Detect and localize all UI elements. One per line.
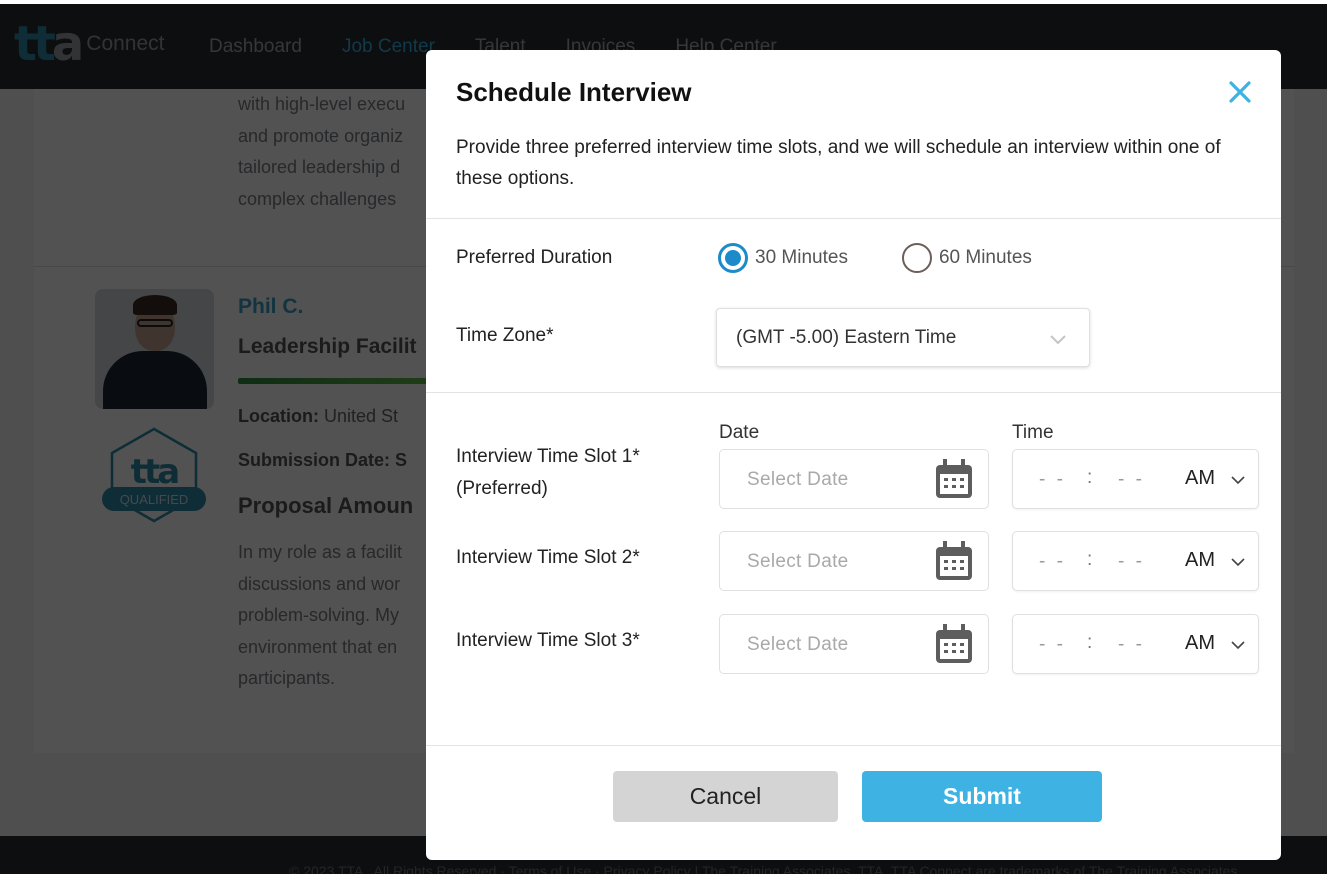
timezone-value: (GMT -5.00) Eastern Time bbox=[736, 327, 957, 348]
radio-label: 30 Minutes bbox=[755, 247, 848, 268]
slot-label-text: Interview Time Slot 1* bbox=[456, 446, 640, 467]
slot-1-date-input[interactable]: Select Date bbox=[719, 449, 989, 509]
radio-unchecked-icon[interactable] bbox=[901, 243, 932, 273]
slot-label-text: Interview Time Slot 3* bbox=[456, 630, 640, 651]
modal-title: Schedule Interview bbox=[456, 77, 692, 107]
date-column-header: Date bbox=[719, 422, 760, 443]
slot-2-label: Interview Time Slot 2* bbox=[456, 542, 640, 574]
duration-radio-group: 30 Minutes 60 Minutes bbox=[718, 243, 1086, 273]
radio-60-minutes[interactable]: 60 Minutes bbox=[901, 243, 1032, 273]
slot-1-time-input: - - : - - AM bbox=[1012, 449, 1259, 509]
slot-3-date-input[interactable]: Select Date bbox=[719, 614, 989, 674]
ampm-select[interactable]: AM bbox=[1185, 467, 1215, 490]
time-slots-section: Date Time Interview Time Slot 1* (Prefer… bbox=[426, 393, 1281, 746]
chevron-down-icon[interactable] bbox=[1229, 553, 1247, 571]
date-placeholder: Select Date bbox=[747, 551, 849, 572]
chevron-down-icon bbox=[1050, 335, 1066, 345]
minute-field[interactable]: - - bbox=[1118, 469, 1145, 491]
close-button[interactable] bbox=[1225, 77, 1255, 107]
slot-3-label: Interview Time Slot 3* bbox=[456, 625, 640, 657]
ampm-select[interactable]: AM bbox=[1185, 632, 1215, 655]
time-column-header: Time bbox=[1012, 422, 1054, 443]
calendar-icon[interactable] bbox=[934, 458, 974, 500]
minute-field[interactable]: - - bbox=[1118, 551, 1145, 573]
radio-30-minutes[interactable]: 30 Minutes bbox=[718, 243, 848, 273]
chevron-down-icon[interactable] bbox=[1229, 471, 1247, 489]
radio-checked-icon[interactable] bbox=[718, 243, 748, 273]
slot-3-time-input: - - : - - AM bbox=[1012, 614, 1259, 674]
preferences-section: Preferred Duration 30 Minutes 60 Minutes… bbox=[426, 219, 1281, 393]
hour-field[interactable]: - - bbox=[1039, 634, 1066, 656]
chevron-down-icon[interactable] bbox=[1229, 636, 1247, 654]
time-separator: : bbox=[1087, 632, 1093, 653]
timezone-label: Time Zone* bbox=[456, 325, 554, 346]
submit-button[interactable]: Submit bbox=[862, 771, 1102, 822]
cancel-button[interactable]: Cancel bbox=[613, 771, 838, 822]
hour-field[interactable]: - - bbox=[1039, 551, 1066, 573]
calendar-icon[interactable] bbox=[934, 623, 974, 665]
slot-2-time-input: - - : - - AM bbox=[1012, 531, 1259, 591]
modal-description: Provide three preferred interview time s… bbox=[456, 137, 1221, 189]
calendar-icon[interactable] bbox=[934, 540, 974, 582]
radio-label: 60 Minutes bbox=[938, 247, 1032, 268]
timezone-select[interactable]: (GMT -5.00) Eastern Time bbox=[716, 308, 1090, 367]
slot-1-label: Interview Time Slot 1* (Preferred) bbox=[456, 441, 640, 505]
schedule-interview-modal: Schedule Interview Provide three preferr… bbox=[426, 50, 1281, 860]
modal-header: Schedule Interview Provide three preferr… bbox=[426, 50, 1281, 219]
time-separator: : bbox=[1087, 549, 1093, 570]
hour-field[interactable]: - - bbox=[1039, 469, 1066, 491]
slot-label-text: Interview Time Slot 2* bbox=[456, 547, 640, 568]
slot-sublabel-text: (Preferred) bbox=[456, 478, 548, 499]
ampm-select[interactable]: AM bbox=[1185, 549, 1215, 572]
date-placeholder: Select Date bbox=[747, 469, 849, 490]
time-separator: : bbox=[1087, 467, 1093, 488]
close-icon bbox=[1229, 81, 1251, 103]
slot-2-date-input[interactable]: Select Date bbox=[719, 531, 989, 591]
duration-label: Preferred Duration bbox=[456, 247, 613, 268]
minute-field[interactable]: - - bbox=[1118, 634, 1145, 656]
date-placeholder: Select Date bbox=[747, 634, 849, 655]
